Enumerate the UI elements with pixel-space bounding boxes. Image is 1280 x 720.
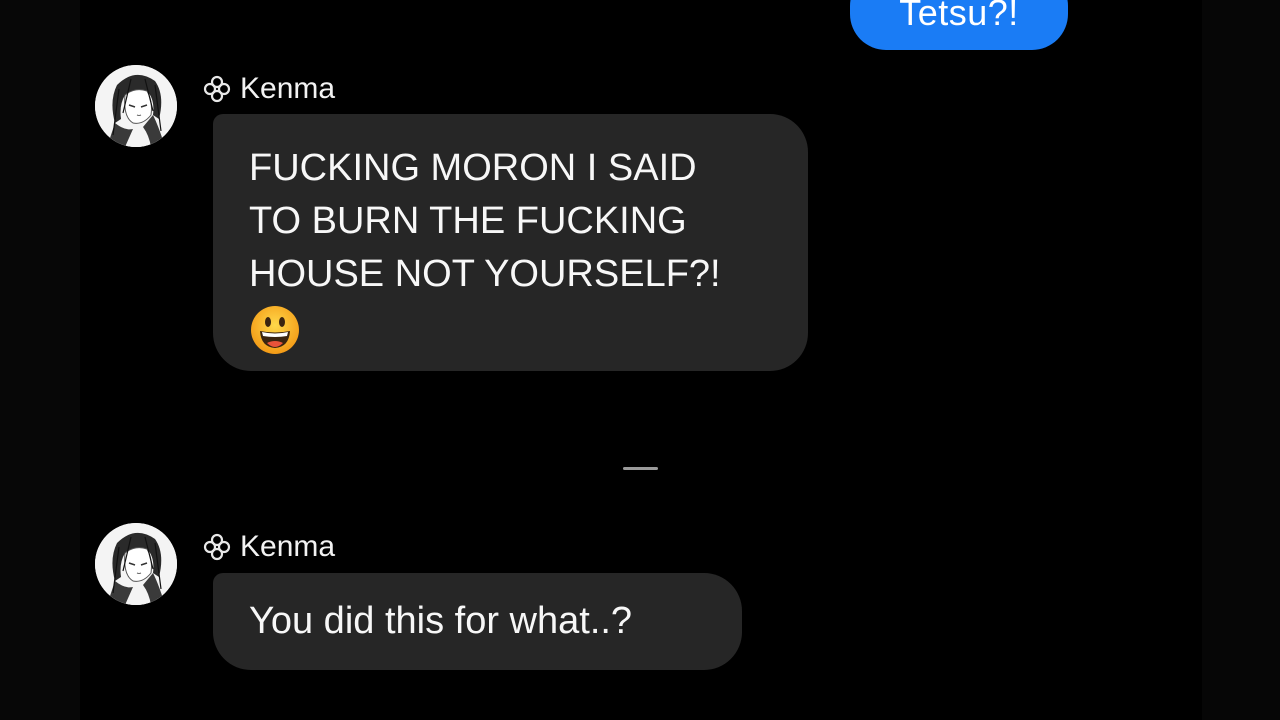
message-line: FUCKING MORON I SAID <box>249 147 697 189</box>
incoming-message-bubble[interactable]: FUCKING MORON I SAID TO BURN THE FUCKING… <box>213 114 808 371</box>
clover-icon <box>202 74 232 104</box>
message-line: You did this for what..? <box>249 600 633 642</box>
grinning-face-emoji <box>249 304 301 371</box>
outgoing-message-bubble[interactable]: Tetsu?! <box>850 0 1068 50</box>
sender-name: Kenma <box>240 72 336 105</box>
avatar[interactable] <box>95 65 177 147</box>
left-edge-shade <box>0 0 80 720</box>
sender-name-row: Kenma <box>202 530 335 564</box>
sender-name-row: Kenma <box>202 72 335 106</box>
sender-name: Kenma <box>240 530 336 563</box>
kenma-avatar-image <box>95 65 177 147</box>
divider-dash <box>623 467 658 470</box>
clover-icon <box>202 532 232 562</box>
message-line: TO BURN THE FUCKING <box>249 200 687 242</box>
chat-screen: Tetsu?! Kenma FUCKING MORON I SAID TO BU… <box>0 0 1280 720</box>
avatar[interactable] <box>95 523 177 605</box>
message-line: HOUSE NOT YOURSELF?! <box>249 253 721 295</box>
outgoing-message-text: Tetsu?! <box>899 0 1019 33</box>
right-edge-shade <box>1202 0 1280 720</box>
incoming-message-bubble[interactable]: You did this for what..? <box>213 573 742 670</box>
kenma-avatar-image <box>95 523 177 605</box>
